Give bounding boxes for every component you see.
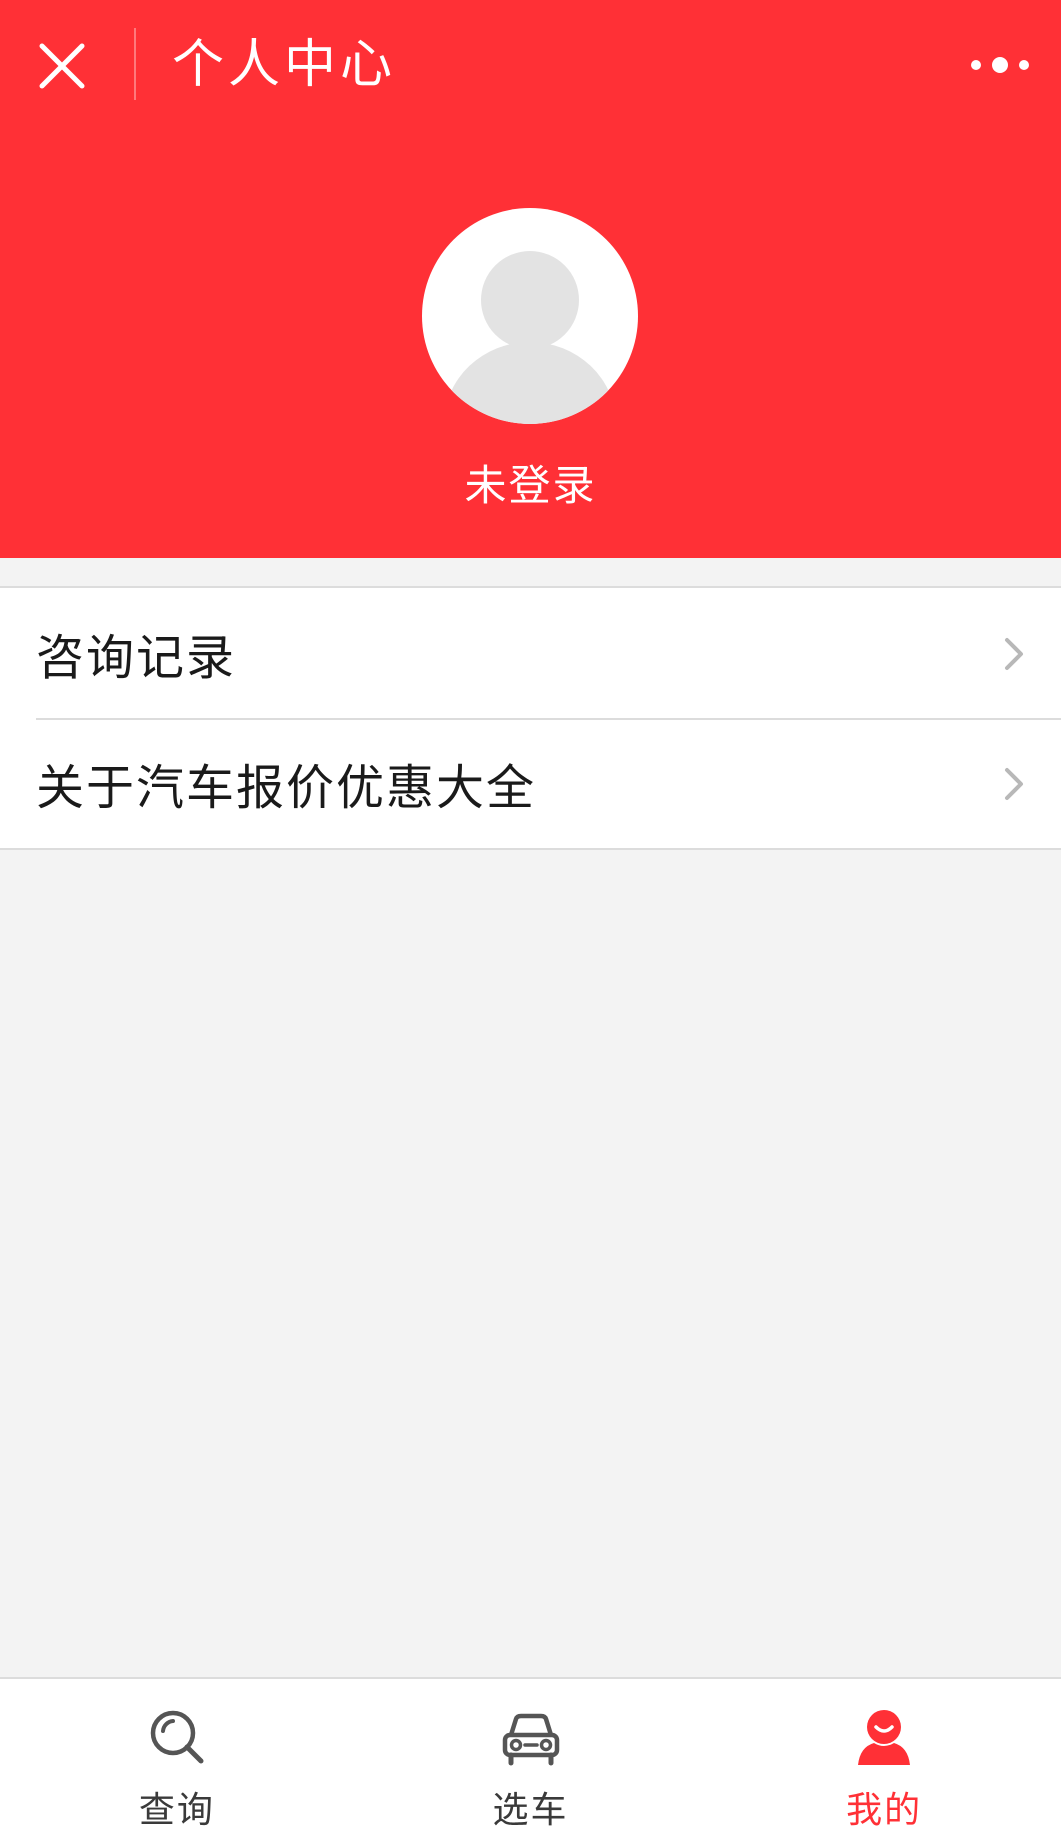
- more-dots-icon: [971, 57, 1029, 73]
- search-icon: [150, 1710, 204, 1764]
- page-title: 个人中心: [172, 35, 397, 95]
- nav-divider: [134, 28, 136, 100]
- car-icon: [502, 1713, 559, 1766]
- nav-bar: 个人中心: [0, 0, 1061, 130]
- default-avatar-icon: [444, 251, 616, 424]
- tab-mine[interactable]: 我的: [707, 1679, 1061, 1839]
- menu-item-consult-records[interactable]: 咨询记录: [0, 588, 1061, 718]
- chevron-right-icon: [1005, 638, 1023, 670]
- more-button[interactable]: [960, 40, 1040, 90]
- chevron-right-icon: [1005, 768, 1023, 800]
- menu-item-about[interactable]: 关于汽车报价优惠大全: [0, 718, 1061, 848]
- close-icon: [39, 43, 85, 89]
- close-button[interactable]: [30, 34, 94, 98]
- tab-select-car[interactable]: 选车: [354, 1679, 708, 1839]
- menu-item-label: 咨询记录: [36, 630, 237, 686]
- tab-label: 选车: [492, 1790, 569, 1831]
- menu-list: 咨询记录 关于汽车报价优惠大全: [0, 586, 1061, 850]
- tab-bar: 查询 选车 我的: [0, 1677, 1061, 1839]
- user-icon: [858, 1710, 911, 1765]
- menu-item-label: 关于汽车报价优惠大全: [36, 760, 537, 816]
- tab-label: 查询: [138, 1790, 215, 1831]
- tab-label: 我的: [846, 1790, 923, 1831]
- profile-header: 个人中心 未登录: [0, 0, 1061, 558]
- login-status[interactable]: 未登录: [0, 452, 1061, 513]
- tab-search[interactable]: 查询: [0, 1679, 354, 1839]
- avatar[interactable]: [422, 208, 638, 424]
